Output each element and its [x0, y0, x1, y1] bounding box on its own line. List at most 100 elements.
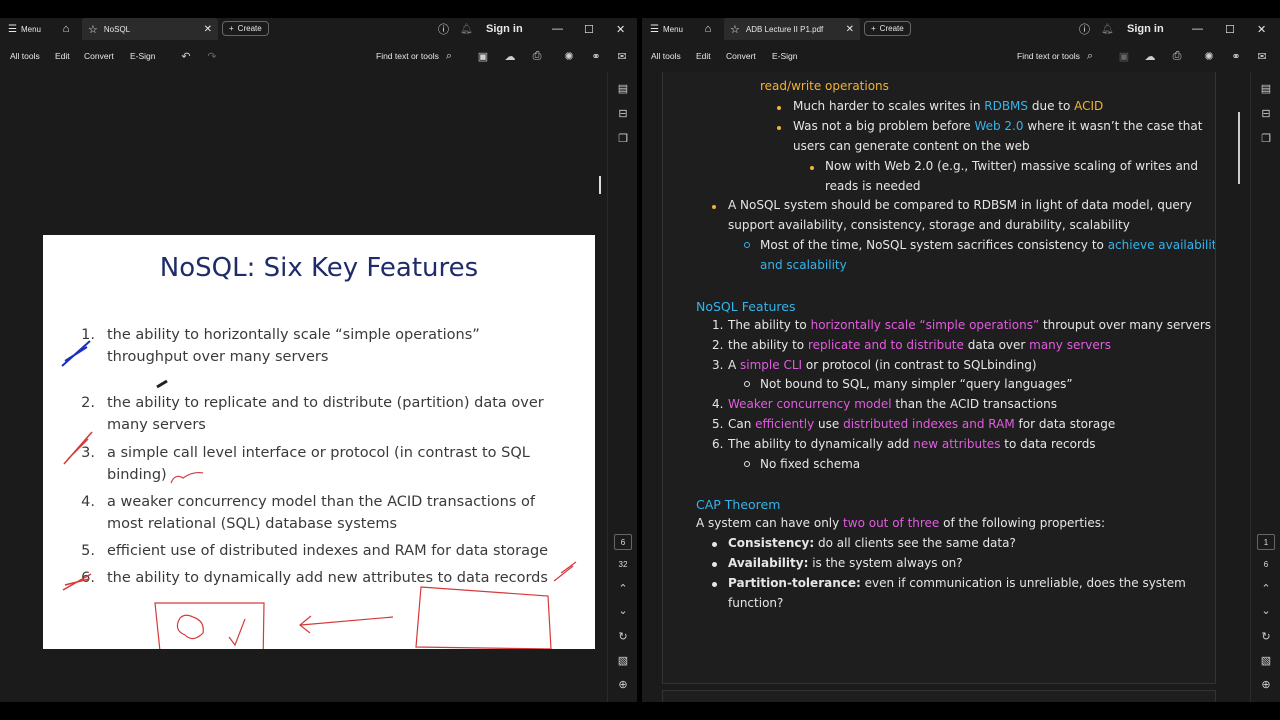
bookmark-icon[interactable]: ⊟ [615, 107, 631, 120]
print-icon[interactable]: ⎙ [529, 40, 545, 72]
page-total: 6 [1263, 560, 1269, 569]
print-icon[interactable]: ⎙ [1169, 40, 1185, 72]
document-viewport[interactable]: NoSQL: Six Key Features 1. the ability to… [0, 72, 607, 702]
bookmark-icon[interactable]: ⊟ [1258, 107, 1274, 120]
document-viewport[interactable]: read/write operations Much harder to sca… [642, 72, 1250, 702]
upload-cloud-icon[interactable]: ☁ [1142, 40, 1158, 72]
home-icon[interactable]: ⌂ [700, 18, 716, 40]
cap-property: Availability: is the system always on? [728, 556, 963, 570]
help-icon[interactable]: ⓘ [438, 18, 449, 40]
maximize-icon[interactable]: ☐ [584, 18, 594, 40]
create-button[interactable]: + Create [222, 21, 269, 36]
next-page [662, 690, 1216, 702]
save-icon[interactable]: ▣ [475, 40, 491, 72]
bullet-icon [777, 106, 781, 110]
star-icon[interactable]: ☆ [730, 23, 740, 36]
email-icon[interactable]: ✉ [1254, 40, 1270, 72]
feature-line: the ability to replicate and to distribu… [728, 338, 1111, 352]
feature-number: 6. [712, 437, 724, 451]
find-text-button[interactable]: Find text or tools [376, 40, 439, 72]
page-number-box[interactable]: 6 [614, 534, 632, 550]
zoom-in-icon[interactable]: ⊕ [1258, 678, 1274, 691]
bell-icon[interactable]: 🔔︎ [1101, 18, 1114, 40]
convert-button[interactable]: Convert [84, 40, 114, 72]
comment-icon[interactable]: ▤ [1258, 82, 1274, 95]
tab-title: ADB Lecture II P1.pdf [745, 24, 824, 34]
feature-line: Weaker concurrency model than the ACID t… [728, 397, 1057, 411]
create-button[interactable]: + Create [864, 21, 911, 36]
comment-icon[interactable]: ▤ [615, 82, 631, 95]
chevron-down-icon[interactable]: ⌄ [1258, 604, 1274, 617]
help-icon[interactable]: ⓘ [1079, 18, 1090, 40]
document-tab[interactable]: ☆ NoSQL ✕ [82, 18, 218, 40]
search-icon[interactable]: ⌕ [1082, 40, 1098, 72]
find-text-button[interactable]: Find text or tools [1017, 40, 1080, 72]
email-icon[interactable]: ✉ [614, 40, 630, 72]
note-line: Much harder to scales writes in RDBMS du… [793, 99, 1104, 113]
close-window-icon[interactable]: ✕ [1257, 18, 1266, 40]
toolbar: All tools Edit Convert E-Sign ↶ ↷ Find t… [0, 40, 637, 72]
star-icon[interactable]: ☆ [88, 23, 98, 36]
bullet-icon [810, 166, 814, 170]
menu-button[interactable]: ☰ Menu [8, 18, 41, 40]
edit-button[interactable]: Edit [55, 40, 70, 72]
chevron-up-icon[interactable]: ⌃ [615, 582, 631, 595]
link-icon[interactable]: ⚭ [588, 40, 604, 72]
bell-icon[interactable]: 🔔︎ [460, 18, 473, 40]
page-number-box[interactable]: 1 [1257, 534, 1275, 550]
note-line: and scalability [760, 258, 847, 272]
feature-number: 3. [712, 358, 724, 372]
screen: ☰ Menu ⌂ ☆ NoSQL ✕ + Create ⓘ 🔔︎ Sign in —… [0, 0, 1280, 720]
all-tools-button[interactable]: All tools [10, 40, 40, 72]
red-strike-ink [62, 573, 92, 591]
sign-in-button[interactable]: Sign in [1127, 18, 1164, 40]
scrollbar-thumb[interactable] [1238, 112, 1240, 184]
sign-in-button[interactable]: Sign in [486, 18, 523, 40]
save-icon[interactable]: ▣ [1116, 40, 1132, 72]
right-tool-rail: ▤ ⊟ ❐ 1 6 ⌃ ⌄ ↻ ▧ ⊕ ⊖ [1250, 72, 1280, 702]
close-window-icon[interactable]: ✕ [616, 18, 625, 40]
undo-icon[interactable]: ↶ [178, 40, 194, 72]
bullet-icon [712, 542, 717, 547]
menu-button[interactable]: ☰ Menu [650, 18, 683, 40]
redo-icon[interactable]: ↷ [204, 40, 220, 72]
esign-button[interactable]: E-Sign [772, 40, 798, 72]
zoom-in-icon[interactable]: ⊕ [615, 678, 631, 691]
title-bar: ☰ Menu ⌂ ☆ ADB Lecture II P1.pdf ✕ + Creat… [642, 18, 1280, 40]
note-line: reads is needed [825, 179, 921, 193]
feature-line: A simple CLI or protocol (in contrast to… [728, 358, 1037, 372]
page-edit-icon[interactable]: ▧ [615, 654, 631, 667]
red-sketch-ink [176, 614, 204, 640]
close-tab-icon[interactable]: ✕ [204, 24, 212, 35]
minimize-icon[interactable]: — [552, 18, 563, 40]
minimize-icon[interactable]: — [1192, 18, 1203, 40]
bullet-icon [712, 205, 716, 209]
edit-button[interactable]: Edit [696, 40, 711, 72]
refresh-icon[interactable]: ↻ [615, 630, 631, 643]
left-acrobat-window: ☰ Menu ⌂ ☆ NoSQL ✕ + Create ⓘ 🔔︎ Sign in —… [0, 18, 637, 702]
convert-button[interactable]: Convert [726, 40, 756, 72]
chevron-up-icon[interactable]: ⌃ [1258, 582, 1274, 595]
scrollbar-thumb[interactable] [599, 176, 601, 194]
document-tab[interactable]: ☆ ADB Lecture II P1.pdf ✕ [724, 18, 860, 40]
page-edit-icon[interactable]: ▧ [1258, 654, 1274, 667]
ai-assistant-icon[interactable]: ✺ [1201, 40, 1217, 72]
link-icon[interactable]: ⚭ [1228, 40, 1244, 72]
search-icon[interactable]: ⌕ [441, 40, 457, 72]
refresh-icon[interactable]: ↻ [1258, 630, 1274, 643]
copy-pages-icon[interactable]: ❐ [615, 132, 631, 145]
red-arrow-ink [299, 615, 394, 634]
cap-property: Partition-tolerance: even if communicati… [728, 576, 1186, 590]
esign-button[interactable]: E-Sign [130, 40, 156, 72]
all-tools-button[interactable]: All tools [651, 40, 681, 72]
feature-line: Can efficiently use distributed indexes … [728, 417, 1116, 431]
feature-number: 2. [712, 338, 724, 352]
home-icon[interactable]: ⌂ [58, 18, 74, 40]
ai-assistant-icon[interactable]: ✺ [561, 40, 577, 72]
maximize-icon[interactable]: ☐ [1225, 18, 1235, 40]
copy-pages-icon[interactable]: ❐ [1258, 132, 1274, 145]
chevron-down-icon[interactable]: ⌄ [615, 604, 631, 617]
note-line: Now with Web 2.0 (e.g., Twitter) massive… [825, 159, 1199, 173]
upload-cloud-icon[interactable]: ☁ [502, 40, 518, 72]
close-tab-icon[interactable]: ✕ [846, 24, 854, 35]
